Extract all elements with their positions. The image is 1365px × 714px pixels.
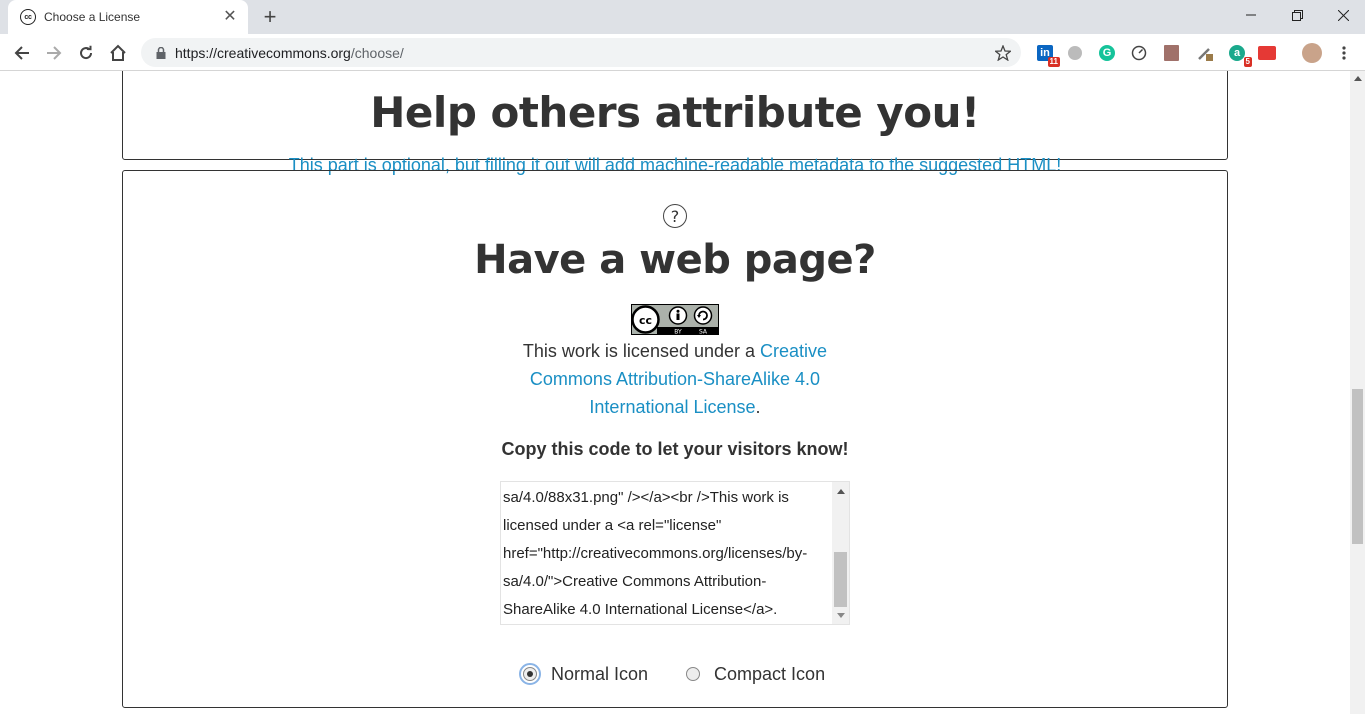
page-scroll-up-arrow-icon[interactable] — [1350, 71, 1365, 86]
radio-compact-icon-button[interactable] — [686, 667, 701, 681]
tab-strip: cc Choose a License ✕ + — [0, 0, 1365, 34]
lock-icon[interactable] — [153, 45, 169, 61]
close-window-icon — [1337, 9, 1349, 21]
tools-extension-icon[interactable] — [1195, 43, 1215, 63]
star-icon[interactable] — [993, 43, 1013, 63]
address-bar[interactable]: https://creativecommons.org/choose/ — [141, 38, 1021, 67]
cc-logo-text: cc — [639, 314, 652, 327]
grammarly-extension-icon[interactable]: G — [1097, 43, 1117, 63]
close-icon[interactable]: ✕ — [222, 9, 238, 25]
tab-title: Choose a License — [44, 10, 141, 24]
copy-code-heading: Copy this code to let your visitors know… — [501, 439, 849, 459]
scroll-up-arrow-icon[interactable] — [832, 484, 849, 498]
red-extension-icon[interactable] — [1257, 43, 1277, 63]
minimize-icon — [1246, 14, 1256, 16]
home-icon — [110, 44, 126, 61]
attribution-card: Help others attribute you! This part is … — [122, 71, 1228, 175]
window-close-button[interactable] — [1320, 0, 1365, 30]
cc-favicon-icon: cc — [20, 9, 36, 25]
home-button[interactable] — [104, 39, 132, 67]
back-arrow-icon — [14, 46, 29, 60]
minimize-button[interactable] — [1228, 0, 1274, 30]
speedometer-extension-icon[interactable] — [1129, 43, 1149, 63]
back-button[interactable] — [8, 39, 36, 67]
kebab-menu-icon[interactable] — [1334, 43, 1354, 63]
forward-button[interactable] — [40, 39, 68, 67]
icon-size-radio-group: Normal Icon Compact Icon — [519, 661, 863, 687]
restore-button[interactable] — [1274, 0, 1320, 30]
by-label: BY — [674, 328, 682, 335]
reload-icon — [80, 45, 93, 60]
radio-normal-icon-label: Normal Icon — [551, 663, 649, 684]
browser-toolbar: https://creativecommons.org/choose/ in 1… — [0, 34, 1365, 71]
textarea-scroll-thumb[interactable] — [834, 552, 847, 607]
grey-circle-extension-icon[interactable] — [1065, 43, 1085, 63]
attribution-heading: Help others attribute you! — [370, 88, 980, 137]
web-page-card: ? Have a web page? cc BY SA This work is… — [122, 170, 1228, 708]
linkedin-extension-icon[interactable]: in 11 — [1035, 43, 1060, 67]
teal-extension-icon[interactable]: a 5 — [1227, 43, 1252, 67]
sa-label: SA — [699, 328, 708, 335]
help-icon[interactable]: ? — [663, 204, 687, 228]
tab-choose-license[interactable]: cc Choose a License ✕ — [8, 0, 248, 34]
reload-button[interactable] — [72, 39, 100, 67]
pdf-extension-icon[interactable] — [1161, 43, 1181, 63]
radio-normal-icon[interactable]: Normal Icon — [519, 663, 649, 685]
textarea-scrollbar[interactable] — [832, 482, 849, 624]
radio-compact-icon[interactable]: Compact Icon — [686, 664, 825, 685]
embed-code-textarea[interactable]: sa/4.0/88x31.png" /></a><br />This work … — [500, 481, 850, 625]
restore-icon — [1291, 9, 1303, 21]
radio-normal-icon-button[interactable] — [519, 663, 541, 685]
page-viewport: Help others attribute you! This part is … — [0, 71, 1350, 714]
page-scrollbar[interactable] — [1350, 71, 1365, 714]
license-statement: This work is licensed under a Creative C… — [522, 341, 828, 417]
cc-by-sa-badge[interactable]: cc BY SA — [631, 304, 719, 335]
url-text: https://creativecommons.org/choose/ — [175, 44, 404, 61]
scroll-down-arrow-icon[interactable] — [832, 608, 849, 622]
new-tab-button[interactable]: + — [258, 5, 282, 29]
embed-code-text: sa/4.0/88x31.png" /></a><br />This work … — [503, 489, 808, 618]
profile-avatar[interactable] — [1302, 43, 1322, 63]
web-page-heading: Have a web page? — [474, 237, 876, 283]
forward-arrow-icon — [47, 46, 62, 60]
radio-compact-icon-label: Compact Icon — [714, 663, 826, 684]
page-scroll-thumb[interactable] — [1352, 389, 1363, 544]
